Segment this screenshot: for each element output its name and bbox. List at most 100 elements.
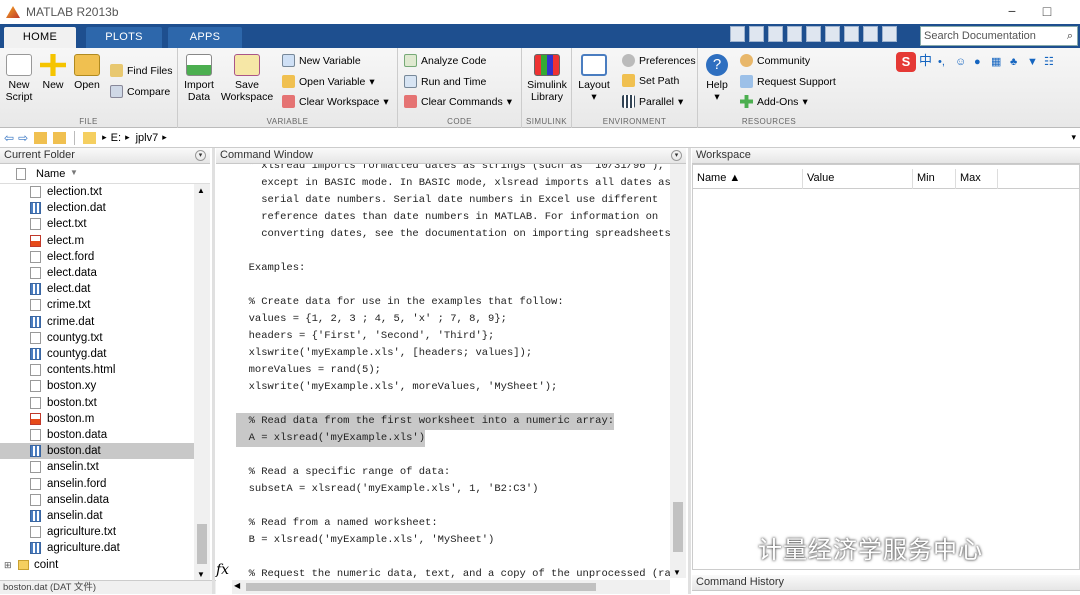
- ime-chinese-icon[interactable]: 中: [919, 52, 935, 72]
- workspace-col-value[interactable]: Value: [803, 169, 913, 189]
- open-button[interactable]: Open: [72, 54, 102, 91]
- file-list-header[interactable]: Name ▼: [0, 164, 210, 184]
- path-folder[interactable]: jplv7: [136, 132, 159, 144]
- help-button[interactable]: ? Help ▾: [702, 54, 732, 103]
- file-list-item[interactable]: anselin.data: [0, 492, 194, 508]
- file-list-item[interactable]: crime.txt: [0, 297, 194, 313]
- ime-voice-icon[interactable]: ●: [974, 52, 988, 72]
- command-hscrollbar[interactable]: ◀: [232, 580, 670, 594]
- panel-menu-icon[interactable]: ▾: [195, 150, 206, 161]
- file-list-item[interactable]: boston.data: [0, 427, 194, 443]
- folder-scrollbar[interactable]: ▲ ▼: [194, 184, 210, 580]
- file-list-item[interactable]: elect.dat: [0, 281, 194, 297]
- file-list-item[interactable]: anselin.dat: [0, 508, 194, 524]
- up-folder-icon[interactable]: [34, 131, 48, 144]
- ime-punct-icon[interactable]: •,: [938, 52, 952, 72]
- switch-windows-icon[interactable]: [863, 26, 878, 42]
- ime-logo-icon[interactable]: S: [896, 52, 916, 72]
- community-button[interactable]: Community: [740, 54, 810, 67]
- set-path-button[interactable]: Set Path: [622, 74, 679, 87]
- open-variable-button[interactable]: Open Variable ▾: [282, 75, 375, 88]
- ime-menu-icon[interactable]: ☷: [1044, 52, 1058, 72]
- tab-home[interactable]: HOME: [4, 27, 76, 48]
- maximize-button[interactable]: □: [1030, 0, 1064, 24]
- address-dropdown-icon[interactable]: ▾: [1071, 132, 1076, 143]
- file-list-item[interactable]: countyg.txt: [0, 330, 194, 346]
- workspace-col-min[interactable]: Min: [913, 169, 956, 189]
- simulink-library-button[interactable]: Simulink Library: [526, 54, 568, 103]
- ime-keyboard-icon[interactable]: ▦: [991, 52, 1007, 72]
- file-list-item[interactable]: contents.html: [0, 362, 194, 378]
- workspace-col-max[interactable]: Max: [956, 169, 998, 189]
- workspace-col-name[interactable]: Name ▲: [693, 169, 803, 189]
- command-hscroll-thumb[interactable]: [246, 583, 596, 591]
- ime-shirt-icon[interactable]: ▼: [1027, 52, 1041, 72]
- save-icon[interactable]: [749, 26, 764, 42]
- command-output[interactable]: * xlsread imports formatted dates as str…: [236, 164, 670, 580]
- new-variable-button[interactable]: New Variable: [282, 54, 361, 67]
- folder-scroll-thumb[interactable]: [197, 524, 207, 564]
- file-list-item[interactable]: anselin.txt: [0, 459, 194, 475]
- panel-menu-icon[interactable]: ▾: [671, 150, 682, 161]
- analyze-code-button[interactable]: Analyze Code: [404, 54, 486, 67]
- ime-skin-icon[interactable]: ♣: [1010, 52, 1024, 72]
- find-files-button[interactable]: Find Files: [110, 64, 173, 77]
- redo-icon[interactable]: [844, 26, 859, 42]
- file-list-item[interactable]: elect.txt: [0, 216, 194, 232]
- file-list-item[interactable]: election.txt: [0, 184, 194, 200]
- undo-icon[interactable]: [825, 26, 840, 42]
- workspace-table[interactable]: [692, 164, 1080, 570]
- shortcut-icon[interactable]: [730, 26, 745, 42]
- forward-arrow-icon[interactable]: ⇨: [18, 131, 28, 145]
- copy-icon[interactable]: [787, 26, 802, 42]
- addons-button[interactable]: Add-Ons ▾: [740, 95, 808, 108]
- compare-button[interactable]: Compare: [110, 85, 170, 98]
- file-list-item[interactable]: elect.data: [0, 265, 194, 281]
- command-scrollbar[interactable]: ▼: [670, 164, 686, 578]
- splitter[interactable]: [212, 148, 215, 594]
- search-documentation-input[interactable]: Search Documentation ⌕: [920, 26, 1078, 46]
- path-drive[interactable]: E:: [111, 132, 121, 144]
- run-and-time-button[interactable]: Run and Time: [404, 75, 486, 88]
- file-list-item[interactable]: anselin.ford: [0, 476, 194, 492]
- import-data-button[interactable]: Import Data: [180, 54, 218, 103]
- scroll-down-icon[interactable]: ▼: [673, 568, 681, 577]
- file-list-item[interactable]: crime.dat: [0, 314, 194, 330]
- tab-plots[interactable]: PLOTS: [86, 27, 162, 48]
- file-list-item[interactable]: agriculture.dat: [0, 540, 194, 556]
- ime-emoji-icon[interactable]: ☺: [955, 52, 971, 72]
- file-list-item[interactable]: elect.ford: [0, 249, 194, 265]
- name-column-header[interactable]: Name: [36, 168, 65, 180]
- back-arrow-icon[interactable]: ⇦: [4, 131, 14, 145]
- file-list-item[interactable]: agriculture.txt: [0, 524, 194, 540]
- cut-icon[interactable]: [768, 26, 783, 42]
- file-list-item[interactable]: elect.m: [0, 233, 194, 249]
- scroll-down-icon[interactable]: ▼: [197, 570, 205, 579]
- new-script-button[interactable]: New Script: [4, 54, 34, 103]
- file-list-item[interactable]: boston.m: [0, 411, 194, 427]
- splitter[interactable]: [688, 148, 691, 594]
- file-list-item[interactable]: boston.txt: [0, 395, 194, 411]
- file-list-item[interactable]: boston.dat: [0, 443, 194, 460]
- tab-apps[interactable]: APPS: [168, 27, 242, 48]
- preferences-button[interactable]: Preferences: [622, 54, 696, 67]
- file-list-item[interactable]: countyg.dat: [0, 346, 194, 362]
- file-list-item[interactable]: ⊞ coint: [0, 557, 194, 573]
- clear-commands-button[interactable]: Clear Commands ▾: [404, 95, 512, 108]
- clear-workspace-button[interactable]: Clear Workspace ▾: [282, 95, 389, 108]
- search-icon[interactable]: ⌕: [1067, 27, 1073, 45]
- new-button[interactable]: New: [40, 54, 66, 91]
- help-icon[interactable]: [882, 26, 897, 42]
- save-workspace-button[interactable]: Save Workspace: [220, 54, 274, 103]
- scroll-left-icon[interactable]: ◀: [234, 581, 240, 590]
- file-list-item[interactable]: election.dat: [0, 200, 194, 216]
- browse-folder-icon[interactable]: [53, 131, 67, 144]
- parallel-button[interactable]: Parallel ▾: [622, 95, 683, 108]
- paste-icon[interactable]: [806, 26, 821, 42]
- expand-icon[interactable]: ⊞: [4, 557, 12, 573]
- request-support-button[interactable]: Request Support: [740, 75, 836, 88]
- file-list-item[interactable]: boston.xy: [0, 378, 194, 394]
- command-scroll-thumb[interactable]: [673, 502, 683, 552]
- scroll-up-icon[interactable]: ▲: [197, 186, 205, 195]
- layout-button[interactable]: Layout ▾: [576, 54, 612, 103]
